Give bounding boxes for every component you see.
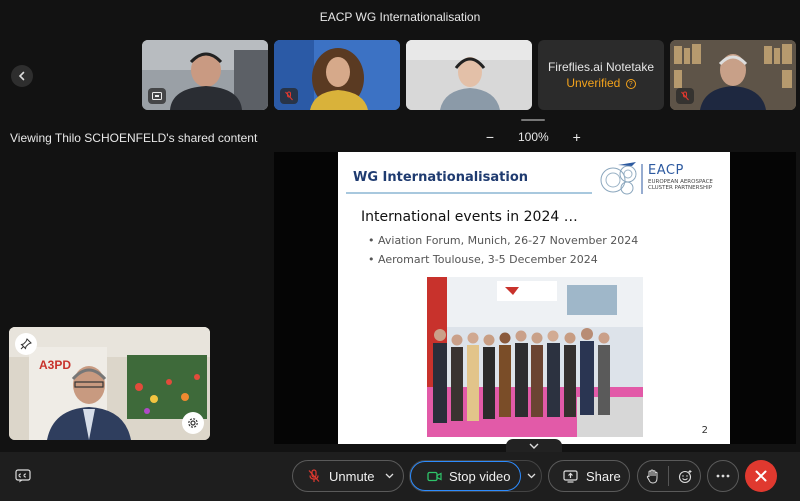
viewing-shared-content-label: Viewing Thilo SCHOENFELD's shared conten… <box>10 131 258 145</box>
slide-title: International events in 2024 … <box>361 209 578 225</box>
presentation-slide: WG Internationalisation EACP EUROPEAN AE… <box>338 152 730 444</box>
participant-name: Fireflies.ai Notetake <box>547 60 655 74</box>
gear-icon <box>188 418 198 428</box>
slide-bullet: • Aeromart Toulouse, 3-5 December 2024 <box>368 253 598 266</box>
unverified-label: Unverified <box>566 76 621 90</box>
share-label: Share <box>586 468 621 484</box>
stop-video-label: Stop video <box>449 468 511 484</box>
pin-icon <box>20 338 32 350</box>
chevron-left-icon <box>18 71 25 81</box>
eacp-logo: EACP EUROPEAN AEROSPACE CLUSTER PARTNERS… <box>596 160 724 198</box>
previous-participants-button[interactable] <box>11 65 33 87</box>
share-screen-icon <box>563 469 578 483</box>
bullet-text: Aeromart Toulouse, 3-5 December 2024 <box>378 253 598 266</box>
participant-strip-handle[interactable] <box>521 119 545 121</box>
microphone-muted-icon <box>681 91 689 101</box>
chevron-down-icon <box>529 443 539 449</box>
participant-tile-fireflies[interactable]: Fireflies.ai Notetake Unverified ? <box>538 40 664 110</box>
video-camera-icon <box>427 471 442 481</box>
meeting-title: EACP WG Internationalisation <box>319 10 481 24</box>
unmute-button[interactable]: Unmute <box>293 469 377 484</box>
svg-text:A3PD: A3PD <box>39 358 71 372</box>
reactions-divider <box>668 466 670 486</box>
slide-header-underline <box>346 192 592 194</box>
participant-video <box>406 40 532 110</box>
pin-button[interactable] <box>15 333 37 355</box>
unmute-label: Unmute <box>329 468 375 484</box>
more-options-button[interactable] <box>707 460 739 492</box>
event-group-photo <box>427 277 643 437</box>
slide-bullet: • Aviation Forum, Munich, 26-27 November… <box>368 234 639 247</box>
video-settings-button[interactable] <box>182 412 204 434</box>
logo-text: EACP <box>648 163 684 178</box>
slide-header: WG Internationalisation <box>353 170 529 185</box>
raise-hand-button[interactable] <box>639 468 667 484</box>
reactions-group <box>637 460 701 492</box>
participant-tile[interactable] <box>670 40 796 110</box>
close-icon <box>755 470 767 482</box>
unmute-control: Unmute <box>292 460 404 492</box>
collapse-toolbar-button[interactable] <box>506 439 562 453</box>
slide-page-number: 2 <box>701 425 708 436</box>
leave-meeting-button[interactable] <box>745 460 777 492</box>
muted-badge <box>280 88 298 104</box>
video-control: Stop video <box>409 460 542 492</box>
microphone-muted-icon <box>285 91 293 101</box>
unverified-status: Unverified ? <box>566 76 636 90</box>
screen-share-icon <box>152 92 162 100</box>
raise-hand-icon <box>647 468 658 484</box>
logo-subtitle: EUROPEAN AEROSPACE CLUSTER PARTNERSHIP <box>648 179 713 191</box>
participant-tile[interactable] <box>406 40 532 110</box>
emoji-reaction-icon <box>678 469 692 483</box>
bullet-text: Aviation Forum, Munich, 26-27 November 2… <box>378 234 639 247</box>
zoom-out-button[interactable]: − <box>484 129 496 145</box>
chevron-down-icon <box>527 473 536 479</box>
stop-video-button[interactable]: Stop video <box>410 461 522 491</box>
participant-tile[interactable] <box>142 40 268 110</box>
meeting-toolbar: Unmute Stop video Share <box>0 452 800 501</box>
zoom-level: 100% <box>518 130 549 144</box>
audio-options-dropdown[interactable] <box>377 473 401 479</box>
zoom-controls: − 100% + <box>484 129 583 145</box>
self-video-feed: A3PD <box>9 327 210 440</box>
captions-icon <box>15 469 31 483</box>
captions-button[interactable] <box>13 467 33 485</box>
more-icon <box>716 474 730 478</box>
self-view-video[interactable]: A3PD <box>9 327 210 440</box>
zoom-in-button[interactable]: + <box>571 129 583 145</box>
screen-share-badge <box>148 88 166 104</box>
chevron-down-icon <box>385 473 393 479</box>
reactions-button[interactable] <box>671 469 699 484</box>
logo-gears-icon <box>600 162 643 195</box>
share-button[interactable]: Share <box>548 460 630 492</box>
microphone-muted-icon <box>308 469 320 482</box>
group-photo-image <box>427 277 643 437</box>
video-options-dropdown[interactable] <box>521 473 541 479</box>
muted-badge <box>676 88 694 104</box>
participant-tile[interactable] <box>274 40 400 110</box>
help-icon: ? <box>625 78 636 89</box>
